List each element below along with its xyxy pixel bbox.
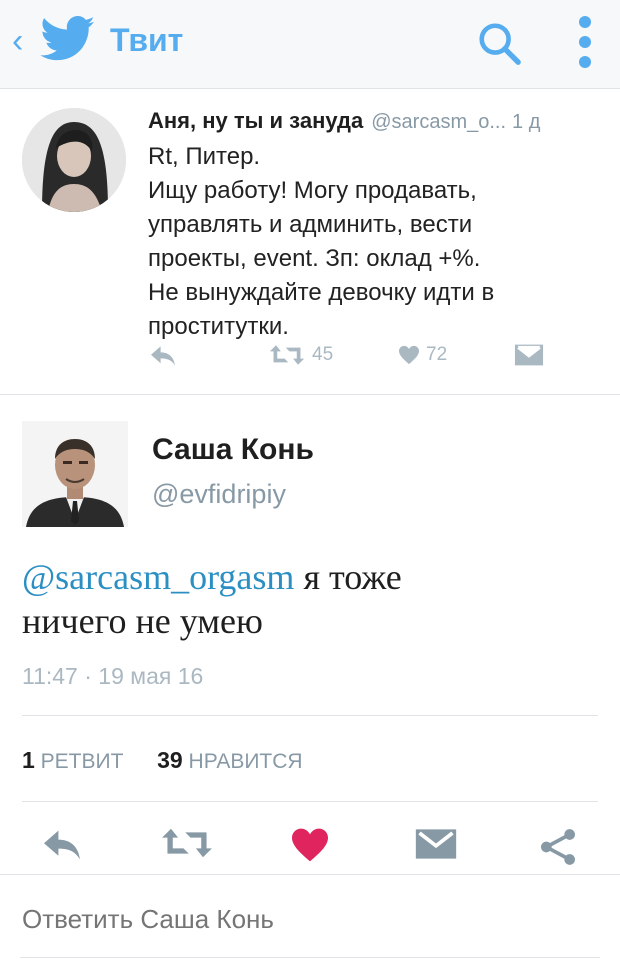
more-vertical-icon[interactable] [575, 14, 595, 70]
retweet-button[interactable]: 45 [268, 344, 333, 366]
like-count: 72 [426, 344, 448, 365]
like-button[interactable]: 72 [398, 344, 447, 366]
tweet-stats: 1 РЕТВИТ 39 НРАВИТСЯ [22, 747, 303, 774]
avatar[interactable] [22, 108, 126, 212]
retweet-count: 1 [22, 747, 35, 773]
likes-stat[interactable]: 39 НРАВИТСЯ [157, 747, 303, 773]
page-title: Твит [110, 22, 184, 58]
search-icon[interactable] [476, 20, 522, 66]
input-underline [20, 957, 600, 958]
author-handle[interactable]: @evfidripiy [152, 479, 286, 510]
retweets-label: РЕТВИТ [40, 750, 124, 773]
message-button[interactable] [514, 344, 544, 366]
tweet-text: @sarcasm_orgasm я тоже ничего не умею [22, 555, 602, 643]
tweet-text-part: я тоже [294, 557, 402, 597]
avatar-image [22, 108, 126, 212]
mention-link[interactable]: @sarcasm_orgasm [22, 557, 294, 597]
tweet-text-line: проекты, event. Зп: оклад +%. [148, 245, 481, 272]
heart-icon[interactable] [290, 827, 330, 863]
retweet-icon[interactable] [160, 827, 214, 859]
author-name[interactable]: Аня, ну ты и зануда [148, 108, 363, 133]
heart-icon [399, 345, 419, 365]
quoted-tweet-actions: 45 72 [148, 344, 568, 374]
avatar-image [22, 421, 128, 527]
retweet-icon [269, 345, 305, 365]
share-icon[interactable] [538, 827, 578, 867]
reply-input[interactable] [20, 903, 604, 936]
tweet-text: Rt, Питер. Ищу работу! Могу продавать, у… [148, 140, 608, 344]
reply-button[interactable] [148, 344, 178, 368]
chevron-left-icon[interactable]: ‹ [12, 22, 23, 61]
tweet-text-line: проститутки. [148, 313, 289, 340]
quoted-tweet[interactable]: Аня, ну ты и зануда @sarcasm_o... 1 д Rt, … [0, 96, 620, 395]
tweet-text-line: Rt, Питер. [148, 143, 261, 170]
envelope-icon[interactable] [414, 827, 458, 861]
retweets-stat[interactable]: 1 РЕТВИТ [22, 747, 124, 773]
top-bar: ‹ Твит [0, 0, 620, 89]
divider [22, 801, 598, 802]
divider [22, 715, 598, 716]
tweet-text-line: управлять и админить, вести [148, 211, 473, 238]
tweet-text-line: Ищу работу! Могу продавать, [148, 177, 477, 204]
likes-label: НРАВИТСЯ [188, 750, 303, 773]
tweet-text-part: ничего не умею [22, 601, 263, 641]
reply-icon [151, 346, 175, 366]
author-handle[interactable]: @sarcasm_o... [371, 111, 506, 133]
tweet-timestamp: 11:47 · 19 мая 16 [22, 663, 204, 689]
tweet-actions [0, 823, 620, 873]
envelope-icon [514, 344, 544, 366]
twitter-bird-icon [40, 16, 95, 61]
reply-icon[interactable] [40, 827, 84, 863]
reply-bar [0, 874, 620, 968]
author-name[interactable]: Саша Конь [152, 433, 314, 467]
like-count: 39 [157, 747, 183, 773]
retweet-count: 45 [312, 344, 334, 365]
avatar[interactable] [22, 421, 128, 527]
quoted-tweet-header: Аня, ну ты и зануда @sarcasm_o... 1 д [148, 108, 540, 134]
tweet-text-line: Не вынуждайте девочку идти в [148, 279, 495, 306]
tweet-time: 1 д [512, 111, 541, 133]
